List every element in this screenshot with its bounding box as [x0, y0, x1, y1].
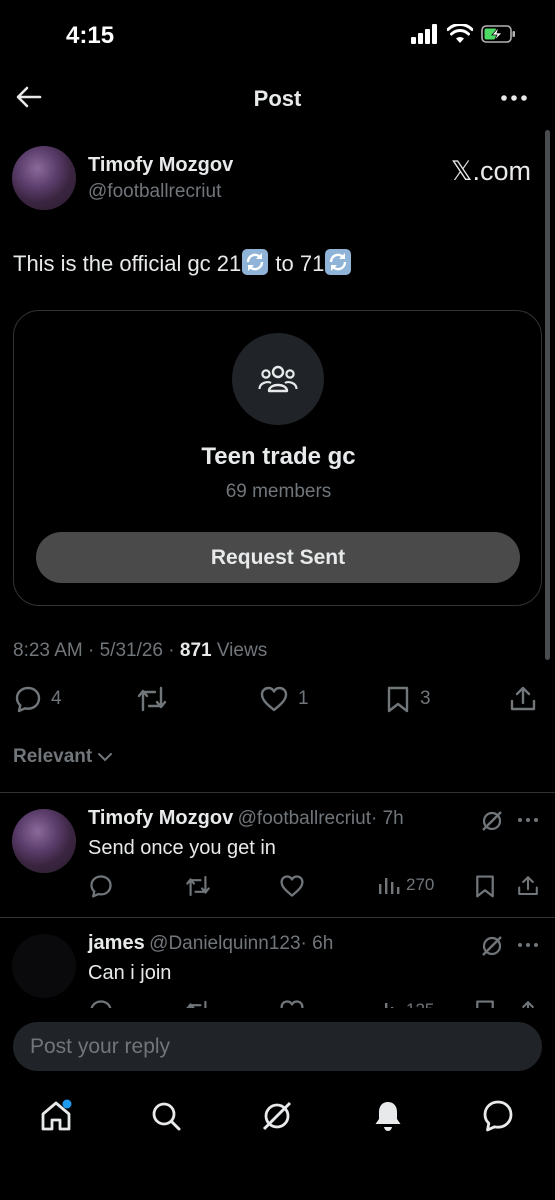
reply-header: james @Danielquinn123· 6h: [88, 932, 333, 955]
like-action[interactable]: 1: [258, 684, 309, 714]
like-count: 1: [298, 688, 309, 709]
sort-dropdown[interactable]: Relevant: [13, 746, 114, 768]
repost-action[interactable]: [135, 684, 169, 714]
bookmark-count: 3: [420, 688, 431, 709]
post-text: This is the official gc 21 to 71: [13, 248, 352, 277]
grok-icon[interactable]: [480, 934, 504, 958]
author-handle[interactable]: @footballrecriut: [88, 181, 221, 203]
repost-icon: [137, 686, 167, 712]
status-time: 4:15: [66, 22, 115, 49]
reply-views-count: 270: [406, 875, 435, 894]
battery-charging-icon: [481, 25, 515, 43]
views-count[interactable]: 871: [180, 640, 212, 661]
reply-author-name[interactable]: james: [88, 932, 145, 954]
views-icon: [379, 878, 400, 894]
status-icons: [411, 24, 517, 44]
sort-label: Relevant: [13, 746, 93, 767]
post-timestamp: 8:23 AM · 5/31/26 ·: [13, 640, 180, 661]
reply-icon: [15, 686, 41, 713]
reply-icon[interactable]: [88, 873, 114, 899]
scrollbar[interactable]: [545, 130, 550, 660]
reply-input[interactable]: Post your reply: [13, 1022, 542, 1071]
repost-icon[interactable]: [184, 873, 212, 899]
group-member-count: 69 members: [225, 481, 332, 502]
more-options-icon[interactable]: [499, 86, 529, 110]
reply-item[interactable]: Timofy Mozgov @footballrecriut· 7h Send …: [0, 793, 555, 917]
heart-icon: [260, 686, 288, 712]
grok-icon[interactable]: [480, 809, 504, 833]
reply-author-handle[interactable]: @Danielquinn123: [149, 933, 300, 954]
share-icon: [510, 686, 536, 711]
post-text-part: This is the official gc 21: [13, 251, 242, 276]
reply-header: Timofy Mozgov @footballrecriut· 7h: [88, 807, 404, 830]
group-icon-circle: [232, 333, 324, 425]
grok-icon[interactable]: [259, 1098, 295, 1134]
reply-time: · 7h: [370, 808, 404, 829]
status-bar: 4:15: [0, 0, 555, 70]
reply-views[interactable]: 270: [378, 875, 434, 895]
bookmark-action[interactable]: 3: [384, 684, 431, 714]
group-chat-card[interactable]: Teen trade gc 69 members Request Sent: [13, 310, 542, 606]
request-sent-button[interactable]: Request Sent: [36, 532, 520, 583]
reply-count: 4: [51, 688, 62, 709]
views-label: Views: [211, 640, 268, 661]
home-icon[interactable]: [38, 1098, 74, 1134]
group-name: Teen trade gc: [201, 443, 356, 470]
group-icon: [258, 365, 298, 393]
page-title: Post: [253, 86, 302, 111]
reply-text: Can i join: [88, 962, 172, 984]
reply-avatar[interactable]: [12, 934, 76, 998]
bookmark-icon[interactable]: [473, 873, 497, 899]
share-icon[interactable]: [516, 873, 540, 899]
wifi-icon: [447, 24, 473, 43]
repeat-emoji-icon: [242, 249, 269, 275]
source-label: 𝕏.com: [450, 156, 531, 186]
more-options-icon[interactable]: [517, 816, 539, 824]
share-action[interactable]: [508, 684, 538, 714]
reply-avatar[interactable]: [12, 809, 76, 873]
signal-icon: [411, 24, 437, 44]
heart-icon[interactable]: [278, 873, 306, 899]
search-icon[interactable]: [148, 1098, 184, 1134]
reply-text: Send once you get in: [88, 837, 276, 859]
author-avatar[interactable]: [12, 146, 76, 210]
post-meta: 8:23 AM · 5/31/26 · 871 Views: [13, 640, 267, 662]
reply-time: · 6h: [300, 933, 334, 954]
bookmark-icon: [387, 686, 409, 713]
chevron-down-icon: [98, 753, 113, 762]
repeat-emoji-icon: [325, 249, 352, 275]
author-name[interactable]: Timofy Mozgov: [88, 154, 233, 177]
post-text-part: to 71: [269, 251, 325, 276]
messages-icon[interactable]: [480, 1098, 516, 1134]
reply-action[interactable]: 4: [13, 684, 62, 714]
more-options-icon[interactable]: [517, 941, 539, 949]
reply-author-handle[interactable]: @footballrecriut: [238, 808, 371, 829]
reply-author-name[interactable]: Timofy Mozgov: [88, 807, 233, 829]
notifications-icon[interactable]: [370, 1098, 406, 1134]
